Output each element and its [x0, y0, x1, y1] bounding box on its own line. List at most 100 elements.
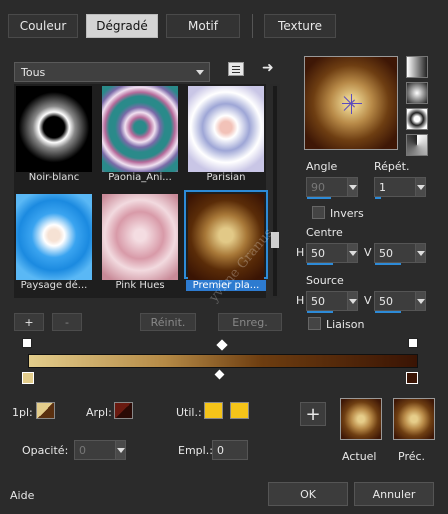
cancel-button[interactable]: Annuler: [354, 482, 434, 506]
background-swatch[interactable]: [114, 402, 133, 419]
gallery-item[interactable]: Parisian: [186, 84, 266, 183]
spinner-arrow-icon[interactable]: [115, 441, 125, 459]
remove-gradient-button[interactable]: -: [52, 313, 82, 331]
help-link[interactable]: Aide: [10, 489, 34, 502]
center-v-label: V: [364, 246, 372, 259]
source-v-value: 50: [379, 294, 393, 308]
user-swatch-2[interactable]: [230, 402, 249, 419]
location-value: 0: [217, 443, 224, 457]
gallery-item[interactable]: Paysage dé...: [14, 192, 94, 291]
angle-slider-bar: [307, 197, 331, 199]
user-swatch-1[interactable]: [204, 402, 223, 419]
tab-couleur[interactable]: Couleur: [8, 14, 78, 38]
source-h-label: H: [296, 294, 305, 307]
angle-input[interactable]: 90: [306, 177, 358, 199]
foreground-label: 1pl:: [12, 406, 33, 419]
repeat-value: 1: [379, 180, 386, 194]
ok-button[interactable]: OK: [268, 482, 348, 506]
current-gradient-preview: [340, 398, 382, 440]
gallery-item-selected[interactable]: Premier pla...: [184, 190, 268, 291]
reset-button[interactable]: Réinit.: [140, 313, 196, 331]
add-gradient-button[interactable]: +: [14, 313, 44, 331]
source-h-input[interactable]: 50: [306, 291, 358, 313]
save-gradient-button[interactable]: Enreg.: [218, 313, 282, 331]
spinner-arrow-icon[interactable]: [415, 244, 425, 262]
scrollbar-track: [273, 86, 277, 296]
source-v-input[interactable]: 50: [374, 291, 426, 313]
radial-style-button[interactable]: [406, 82, 428, 104]
gradient-thumbnail: [102, 194, 178, 280]
opacity-label: Opacité:: [22, 444, 69, 457]
invert-checkbox[interactable]: [312, 206, 325, 219]
category-dropdown[interactable]: Tous: [14, 62, 210, 82]
gallery-scrollbar[interactable]: [270, 84, 280, 298]
angle-label: Angle: [306, 160, 338, 173]
spinner-arrow-icon[interactable]: [347, 244, 357, 262]
opacity-input[interactable]: 0: [74, 440, 126, 460]
center-h-label: H: [296, 246, 305, 259]
current-label: Actuel: [342, 450, 377, 463]
color-midpoint-marker[interactable]: [214, 369, 225, 380]
category-value: Tous: [21, 65, 46, 79]
previous-label: Préc.: [398, 450, 426, 463]
gradient-bar[interactable]: [28, 354, 418, 368]
background-label: Arpl:: [86, 406, 112, 419]
gradient-preview[interactable]: [304, 56, 398, 150]
opacity-value: 0: [79, 443, 86, 457]
user-label: Util.:: [176, 406, 202, 419]
gallery-item[interactable]: Pink Hues: [100, 192, 180, 291]
ring-style-button[interactable]: [406, 108, 428, 130]
top-stop-marker[interactable]: [408, 338, 418, 348]
center-h-slider-bar: [307, 263, 333, 265]
invert-label: Invers: [330, 207, 364, 220]
center-h-input[interactable]: 50: [306, 243, 358, 265]
color-stop-marker[interactable]: [406, 372, 418, 384]
chevron-down-icon: [196, 70, 204, 75]
gallery-item[interactable]: Noir-blanc: [14, 84, 94, 183]
top-stop-marker[interactable]: [22, 338, 32, 348]
gradient-thumbnail: [16, 86, 92, 172]
file-menu-icon[interactable]: [228, 62, 244, 76]
repeat-slider-bar: [375, 197, 381, 199]
tab-motif[interactable]: Motif: [166, 14, 240, 38]
gallery-item-label: Pink Hues: [115, 280, 165, 291]
center-h-value: 50: [311, 246, 325, 260]
linear-style-button[interactable]: [406, 56, 428, 78]
center-v-input[interactable]: 50: [374, 243, 426, 265]
repeat-input[interactable]: 1: [374, 177, 426, 199]
arrow-right-icon[interactable]: ➜: [262, 60, 274, 76]
spinner-arrow-icon[interactable]: [415, 178, 425, 196]
location-label: Empl.:: [178, 444, 213, 457]
source-h-slider-bar: [307, 311, 333, 313]
gradient-thumbnail: [16, 194, 92, 280]
location-input[interactable]: 0: [212, 440, 248, 460]
gallery-item-label: Paonia_Ani...: [108, 172, 172, 183]
source-v-label: V: [364, 294, 372, 307]
source-label: Source: [306, 274, 344, 287]
source-v-slider-bar: [375, 311, 401, 313]
link-checkbox[interactable]: [308, 317, 321, 330]
add-stop-button[interactable]: +: [300, 402, 326, 426]
tab-texture[interactable]: Texture: [264, 14, 336, 38]
angle-value: 90: [311, 180, 325, 194]
spinner-arrow-icon[interactable]: [415, 292, 425, 310]
spinner-arrow-icon[interactable]: [347, 178, 357, 196]
gallery-item[interactable]: Paonia_Ani...: [100, 84, 180, 183]
gallery-item-label: Parisian: [206, 172, 246, 183]
gallery-item-label: Noir-blanc: [28, 172, 80, 183]
top-midpoint-marker[interactable]: [216, 339, 228, 351]
gradient-gallery[interactable]: Noir-blanc Paonia_Ani... Parisian Paysag…: [14, 84, 268, 298]
tab-degrade[interactable]: Dégradé: [86, 14, 158, 38]
gradient-thumbnail: [188, 194, 264, 280]
repeat-label: Répét.: [374, 160, 410, 173]
conical-style-button[interactable]: [406, 134, 428, 156]
gradient-thumbnail: [188, 86, 264, 172]
center-v-slider-bar: [375, 263, 401, 265]
center-v-value: 50: [379, 246, 393, 260]
foreground-swatch[interactable]: [36, 402, 55, 419]
previous-gradient-preview[interactable]: [393, 398, 435, 440]
source-h-value: 50: [311, 294, 325, 308]
gradient-thumbnail: [102, 86, 178, 172]
color-stop-marker[interactable]: [22, 372, 34, 384]
spinner-arrow-icon[interactable]: [347, 292, 357, 310]
